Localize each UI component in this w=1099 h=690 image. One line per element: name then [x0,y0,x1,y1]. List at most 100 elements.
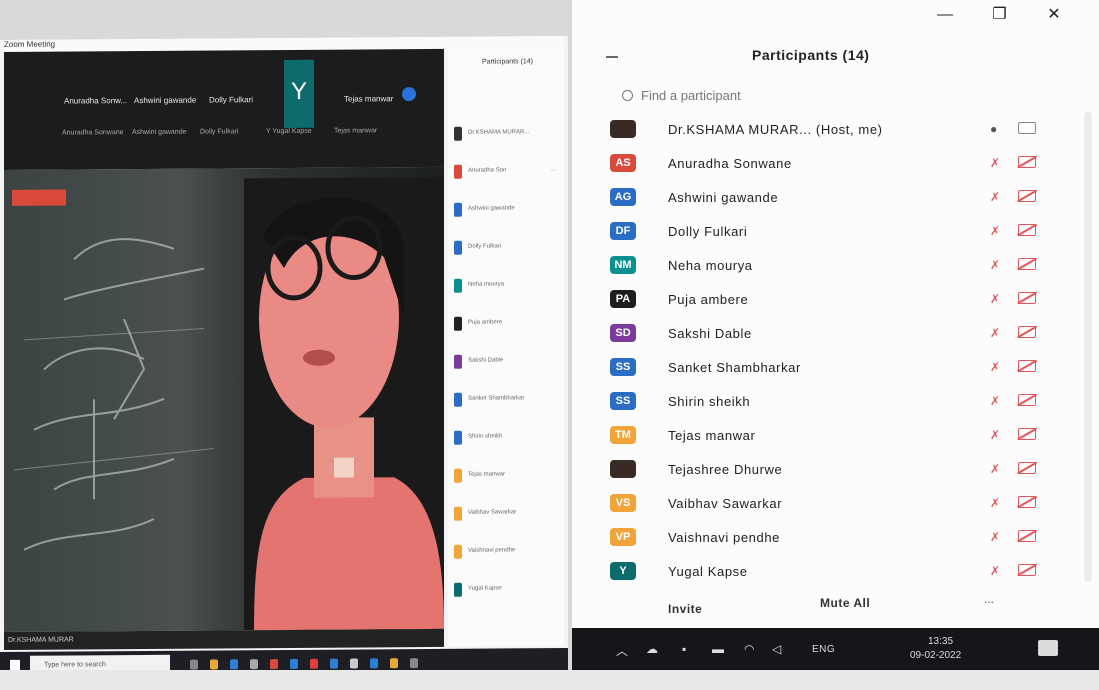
collapse-icon[interactable] [606,56,618,58]
video-off-icon[interactable] [1018,190,1036,202]
more-options-button[interactable]: ... [984,592,994,606]
chevron-up-icon[interactable]: ︿ [616,642,628,659]
app-icon[interactable] [390,658,398,669]
video-off-icon[interactable] [1018,496,1036,508]
find-participant-search[interactable]: Find a participant [622,88,741,103]
language-indicator[interactable]: ENG [812,644,835,655]
mic-off-icon[interactable]: ✗ [990,190,1000,204]
mic-off-icon[interactable]: ✗ [990,428,1000,442]
video-off-icon[interactable] [1018,360,1036,372]
speaker-icon[interactable]: ◁ [772,642,781,656]
video-off-icon[interactable] [1018,156,1036,168]
list-item[interactable]: Dr.KSHAMA MURAR... (Host, me) ● [606,114,1066,146]
strip-name-3[interactable]: Dolly Fulkari [209,95,253,104]
mic-off-icon[interactable]: ✗ [990,360,1000,374]
strip-sub-3: Dolly Fulkari [200,128,239,136]
video-off-icon[interactable] [1018,394,1036,406]
app-icon[interactable] [370,658,378,669]
computer-icon[interactable]: ▪ [682,642,686,656]
list-item[interactable]: VS Vaibhav Sawarkar ✗ [606,488,1066,520]
mic-on-icon[interactable]: ● [990,122,997,136]
mini-participant-row[interactable]: Tejas manwar [454,468,560,483]
list-item[interactable]: PA Puja ambere ✗ [606,284,1066,316]
video-off-icon[interactable] [1018,462,1036,474]
mic-off-icon[interactable]: ✗ [990,530,1000,544]
avatar [454,126,462,141]
strip-avatar-icon [402,87,416,102]
clock-date[interactable]: 09-02-2022 [910,650,961,661]
list-item[interactable]: Tejashree Dhurwe ✗ [606,454,1066,486]
chrome-icon[interactable] [310,658,318,669]
task-view-icon[interactable] [190,659,198,670]
cloud-icon[interactable]: ☁ [646,642,658,656]
strip-name-1[interactable]: Anuradha Sonw... [64,96,127,105]
app-icon[interactable] [250,659,258,670]
wifi-icon[interactable]: ◠ [744,642,754,656]
video-off-icon[interactable] [1018,292,1036,304]
camera-icon[interactable] [1018,122,1036,134]
video-off-icon[interactable] [1018,224,1036,236]
file-explorer-icon[interactable] [210,659,218,670]
mini-participant-row[interactable]: Puja ambere [454,316,560,331]
list-item[interactable]: TM Tejas manwar ✗ [606,420,1066,452]
mic-off-icon[interactable]: ✗ [990,326,1000,340]
photo-bottom-edge [0,670,1099,690]
mute-all-button[interactable]: Mute All [820,596,870,610]
mic-off-icon[interactable]: ✗ [990,292,1000,306]
search-input[interactable]: Find a participant [641,88,741,103]
invite-button[interactable]: Invite [668,602,702,616]
mini-participant-row[interactable]: Sanket Shambharkar [454,392,560,407]
list-item[interactable]: VP Vaishnavi pendhe ✗ [606,522,1066,554]
mini-participant-row[interactable]: Vaishnavi pendhe [454,544,560,559]
video-off-icon[interactable] [1018,258,1036,270]
mic-off-icon[interactable]: ✗ [990,156,1000,170]
list-item[interactable]: NM Neha mourya ✗ [606,250,1066,282]
close-icon[interactable]: ✕ [1029,4,1079,24]
mini-participant-row[interactable]: Vaibhav Sawarkar [454,506,560,521]
video-off-icon[interactable] [1018,326,1036,338]
battery-icon[interactable]: ▬ [712,642,724,656]
mini-participant-row[interactable]: Shirin sheikh [454,430,560,445]
app-icon[interactable] [270,659,278,670]
mic-off-icon[interactable]: ✗ [990,564,1000,578]
clock-time[interactable]: 13:35 [928,636,953,647]
strip-name-2[interactable]: Ashwini gawande [134,96,196,105]
list-item[interactable]: SS Shirin sheikh ✗ [606,386,1066,418]
zoom-icon[interactable] [290,658,298,669]
list-item[interactable]: SD Sakshi Dable ✗ [606,318,1066,350]
mic-off-icon[interactable]: ✗ [990,394,1000,408]
video-off-icon[interactable] [1018,428,1036,440]
mini-participant-row[interactable]: Anuradha Son ⋯ [454,164,560,179]
video-off-icon[interactable] [1018,564,1036,576]
mic-off-icon[interactable]: ✗ [990,496,1000,510]
app-icon[interactable] [410,658,418,669]
strip-name-5[interactable]: Tejas manwar [344,94,393,103]
mic-off-icon[interactable]: ✗ [990,462,1000,476]
minimize-icon[interactable]: — [920,6,970,24]
mini-participant-row[interactable]: Dr.KSHAMA MURAR... [454,126,560,141]
restore-icon[interactable]: ❐ [975,4,1025,24]
list-item[interactable]: Y Yugal Kapse ✗ [606,556,1066,588]
mini-participant-name: Ashwini gawande [468,205,515,212]
notification-icon[interactable] [1038,640,1058,656]
list-item[interactable]: SS Sanket Shambharkar ✗ [606,352,1066,384]
left-screen-photo: Zoom Meeting Anuradha Sonw... Ashwini ga… [0,36,568,680]
list-item[interactable]: AS Anuradha Sonwane ✗ [606,148,1066,180]
app-icon[interactable] [330,658,338,669]
video-off-icon[interactable] [1018,530,1036,542]
mini-participant-name: Yugal Kapse [468,585,502,592]
list-item[interactable]: AG Ashwini gawande ✗ [606,182,1066,214]
scrollbar[interactable] [1084,112,1092,582]
mini-participant-row[interactable]: Sakshi Dable [454,354,560,369]
store-icon[interactable] [230,659,238,670]
mini-participant-row[interactable]: Yugal Kapse [454,582,560,597]
mini-participant-row[interactable]: Dolly Fulkari [454,240,560,255]
strip-avatar-yugal[interactable]: Y [284,59,314,128]
list-item[interactable]: DF Dolly Fulkari ✗ [606,216,1066,248]
mini-participant-row[interactable]: Neha mourya [454,278,560,293]
mic-off-icon[interactable]: ✗ [990,224,1000,238]
mini-participant-row[interactable]: Ashwini gawande [454,202,560,217]
participant-name: Shirin sheikh [668,394,751,409]
app-icon[interactable] [350,658,358,669]
mic-off-icon[interactable]: ✗ [990,258,1000,272]
